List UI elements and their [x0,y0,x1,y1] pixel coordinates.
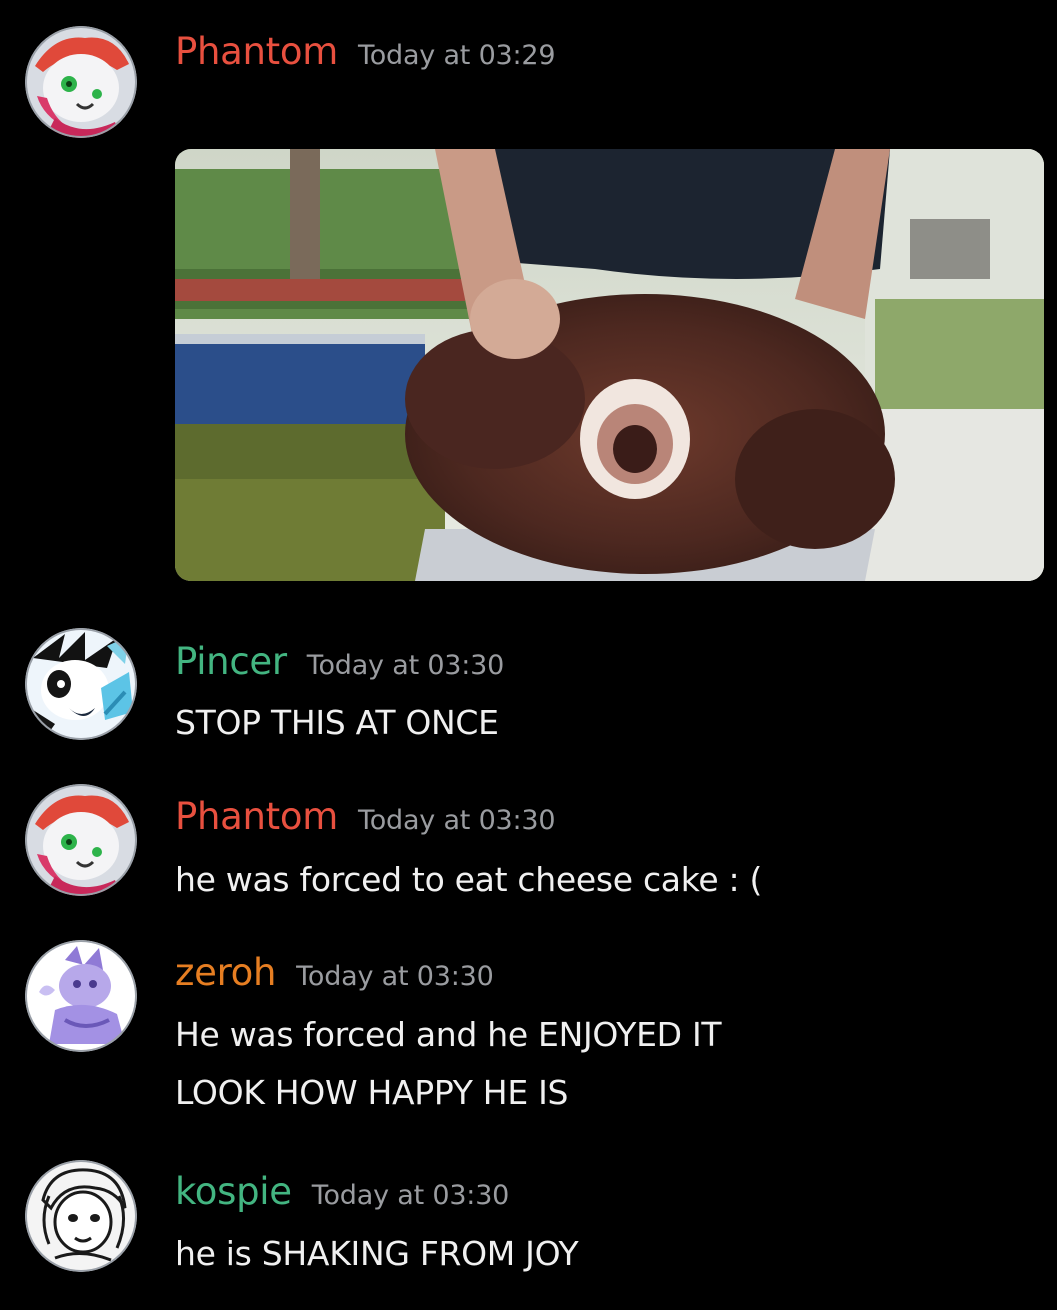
timestamp: Today at 03:29 [357,40,556,71]
username[interactable]: Phantom [175,30,338,73]
avatar[interactable] [25,940,137,1052]
timestamp: Today at 03:30 [306,650,505,681]
message-text: He was forced and he ENJOYED IT [175,1015,722,1054]
message-text: LOOK HOW HAPPY HE IS [175,1073,569,1112]
zeroh-avatar-icon [25,940,137,1052]
timestamp: Today at 03:30 [296,961,494,992]
gif-image-icon [175,149,1044,581]
avatar[interactable] [25,1160,137,1272]
username[interactable]: Phantom [175,795,338,838]
phantom-avatar-icon [25,26,137,138]
gif-image[interactable] [175,149,1044,581]
username[interactable]: kospie [175,1170,292,1213]
message-text: he was forced to eat cheese cake : ( [175,860,763,899]
pincer-avatar-icon [25,628,137,740]
timestamp: Today at 03:30 [311,1180,510,1211]
avatar[interactable] [25,26,137,138]
phantom-avatar-icon [25,784,137,896]
avatar[interactable] [25,784,137,896]
message-text: STOP THIS AT ONCE [175,703,499,742]
kospie-avatar-icon [25,1160,137,1272]
timestamp: Today at 03:30 [357,805,556,836]
username[interactable]: zeroh [175,951,276,994]
message-text: he is SHAKING FROM JOY [175,1234,579,1273]
avatar[interactable] [25,628,137,740]
username[interactable]: Pincer [175,640,287,683]
